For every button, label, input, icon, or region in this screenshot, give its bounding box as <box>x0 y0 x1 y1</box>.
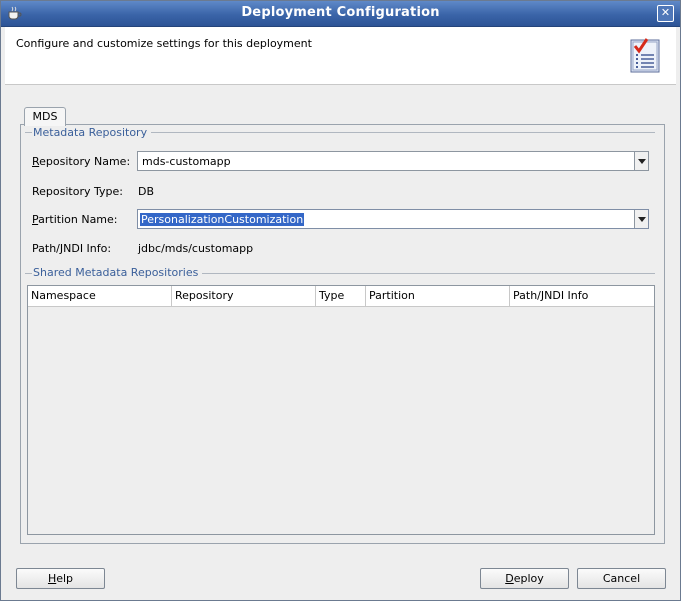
window-title: Deployment Configuration <box>241 5 440 20</box>
partition-name-label: Partition Name: <box>32 213 118 226</box>
partition-name-label-text: artition Name: <box>38 213 118 226</box>
shared-repositories-table[interactable]: Namespace Repository Type Partition Path… <box>27 285 655 535</box>
partition-name-combobox[interactable]: PersonalizationCustomization <box>137 209 649 229</box>
repository-name-label-text: epository Name: <box>39 155 131 168</box>
shared-repositories-section-label: Shared Metadata Repositories <box>33 266 203 279</box>
help-button[interactable]: Help <box>16 568 105 589</box>
section-divider <box>25 273 32 274</box>
chevron-down-icon[interactable] <box>634 152 648 170</box>
checklist-icon <box>630 38 660 73</box>
path-jndi-label: Path/JNDI Info: <box>32 242 112 255</box>
section-divider <box>25 132 32 133</box>
repository-type-value: DB <box>138 185 155 198</box>
section-divider <box>189 273 655 274</box>
column-header-path-jndi[interactable]: Path/JNDI Info <box>510 286 654 306</box>
chevron-down-icon[interactable] <box>634 210 648 228</box>
column-header-repository[interactable]: Repository <box>172 286 316 306</box>
deploy-button-label: eploy <box>513 572 544 585</box>
help-mnemonic: H <box>47 572 57 585</box>
deploy-mnemonic: D <box>505 572 514 585</box>
partition-name-value[interactable]: PersonalizationCustomization <box>140 213 305 226</box>
dialog-window: Deployment Configuration ✕ Configure and… <box>0 0 681 601</box>
tab-mds[interactable]: MDS <box>24 107 66 126</box>
header-banner: Configure and customize settings for thi… <box>5 27 676 85</box>
help-button-label: elp <box>56 572 74 585</box>
repository-name-value: mds-customapp <box>142 155 231 168</box>
repository-type-label: Repository Type: <box>32 185 123 198</box>
cancel-button[interactable]: Cancel <box>577 568 666 589</box>
section-divider <box>141 132 655 133</box>
dialog-description: Configure and customize settings for thi… <box>16 37 312 50</box>
column-header-type[interactable]: Type <box>316 286 366 306</box>
close-icon: ✕ <box>660 6 671 19</box>
column-header-partition[interactable]: Partition <box>366 286 510 306</box>
metadata-repository-section-label: Metadata Repository <box>33 126 152 139</box>
path-jndi-value: jdbc/mds/customapp <box>138 242 254 255</box>
title-bar[interactable]: Deployment Configuration ✕ <box>1 1 680 27</box>
column-header-namespace[interactable]: Namespace <box>28 286 172 306</box>
close-button[interactable]: ✕ <box>657 5 674 22</box>
table-header: Namespace Repository Type Partition Path… <box>28 286 654 307</box>
repository-name-label: Repository Name: <box>32 155 130 168</box>
deploy-button[interactable]: Deploy <box>480 568 569 589</box>
repository-name-dropdown[interactable]: mds-customapp <box>137 151 649 171</box>
